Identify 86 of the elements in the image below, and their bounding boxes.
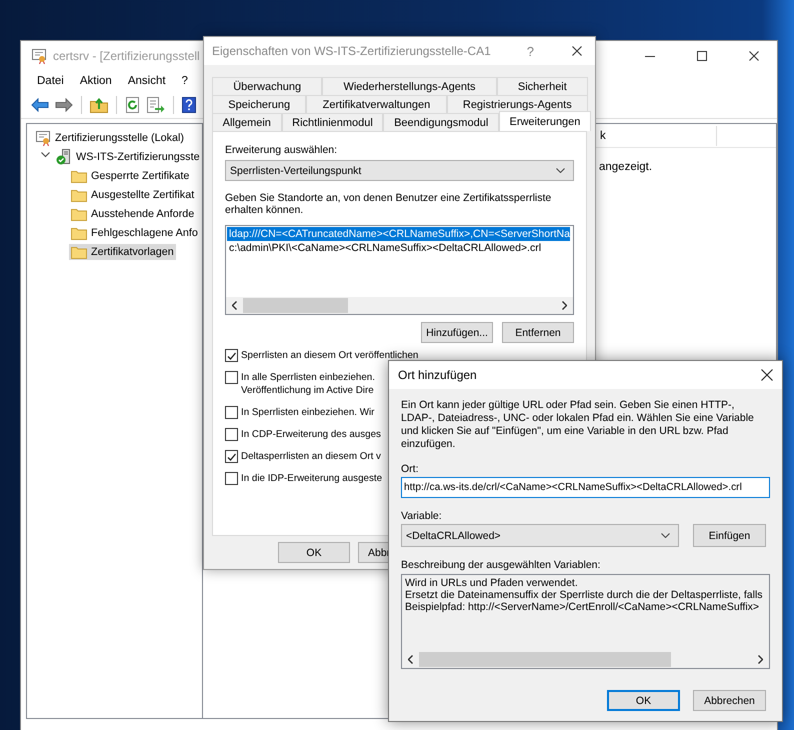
maximize-icon[interactable]: [697, 51, 707, 61]
forward-arrow-icon[interactable]: [55, 98, 73, 112]
tab[interactable]: Sicherheit: [496, 77, 588, 95]
instruction-text: Ein Ort kann jeder gültige URL oder Pfad sein. Geben Sie einen HTTP-, LDAP-, Dateiadress-, UNC- oder lokalen Pfad ein. Wählen Sie eine Variable und klicken Sie auf "Einfügen", um eine Variable in den URL bzw. Pfad einzufügen.: [401, 399, 755, 451]
chevron-down-icon: [661, 533, 670, 538]
chevron-left-icon[interactable]: [232, 301, 237, 310]
dropdown[interactable]: Sperrlisten-Verteilungspunkt: [225, 160, 574, 181]
help-icon[interactable]: [182, 96, 196, 112]
checkbox[interactable]: [225, 371, 238, 384]
description-text: Wird in URLs und Pfaden verwendet.: [405, 577, 579, 589]
menu-item[interactable]: Datei: [29, 75, 72, 87]
checkbox[interactable]: [225, 406, 238, 419]
menu-item[interactable]: ?: [174, 75, 196, 87]
folder-icon: [71, 188, 87, 202]
dropdown[interactable]: <DeltaCRLAllowed>: [401, 524, 679, 547]
chevron-left-icon[interactable]: [408, 655, 413, 664]
list-message: angezeigt.: [599, 161, 652, 173]
folder-icon: [71, 244, 87, 258]
folder-up-icon[interactable]: [90, 96, 108, 112]
close-icon[interactable]: [749, 51, 759, 61]
remove-button[interactable]: Entfernen: [502, 322, 574, 343]
checkbox[interactable]: [225, 349, 238, 362]
tree-item[interactable]: Ausstehende Anforde: [69, 206, 196, 222]
tree-item[interactable]: WS-ITS-Zertifizierungsste: [54, 148, 202, 166]
tree-item[interactable]: Zertifikatvorlagen: [69, 244, 176, 260]
ok-button[interactable]: OK: [278, 542, 350, 563]
help-button[interactable]: ?: [526, 44, 534, 58]
input-field[interactable]: http://ca.ws-its.de/crl/<CaName><CRLNameSuffix><DeltaCRLAllowed>.crl: [401, 477, 770, 498]
checkbox-label: In Sperrlisten einbeziehen. Wir: [241, 406, 374, 419]
tab[interactable]: Speicherung: [212, 95, 306, 113]
tab[interactable]: Registrierungs-Agents: [446, 95, 588, 113]
close-icon[interactable]: [572, 46, 582, 56]
server-check-icon: [56, 148, 72, 164]
list-item[interactable]: ldap:///CN=<CATruncatedName><CRLNameSuffix>,CN=<ServerShortNa: [227, 227, 570, 241]
tab[interactable]: Richtlinienmodul: [282, 113, 384, 131]
field-label: Beschreibung der ausgewählten Variablen:: [401, 559, 600, 571]
tree-item[interactable]: Fehlgeschlagene Anfo: [69, 224, 200, 240]
insert-button[interactable]: Einfügen: [693, 524, 766, 547]
back-arrow-icon[interactable]: [31, 98, 49, 112]
hint-text: Geben Sie Standorte an, von denen Benutzer eine Zertifikatssperrliste erhalten können.: [225, 192, 552, 216]
tree-item[interactable]: Zertifizierungsstelle (Lokal): [33, 128, 186, 146]
field-label: Erweiterung auswählen:: [225, 144, 338, 156]
chevron-down-icon: [556, 168, 565, 173]
tab[interactable]: Allgemein: [212, 113, 282, 131]
field-label: Variable:: [401, 510, 442, 522]
folder-icon: [71, 168, 87, 182]
field-label: Ort:: [401, 463, 418, 475]
close-icon[interactable]: [761, 369, 773, 381]
chevron-right-icon[interactable]: [758, 655, 763, 664]
tab[interactable]: Erweiterungen: [498, 111, 592, 131]
location-list[interactable]: ldap:///CN=<CATruncatedName><CRLNameSuffix>,CN=<ServerShortNa c:\admin\PKI\<CaName><CRLNameSuffix><DeltaCRLAllowed>.crl: [225, 225, 574, 315]
checkbox-label: In alle Sperrlisten einbeziehen. Veröffentlichung im Active Dire: [241, 371, 375, 397]
certificate-icon: [35, 130, 51, 146]
checkbox[interactable]: [225, 428, 238, 441]
folder-icon: [71, 206, 87, 220]
export-icon[interactable]: [147, 96, 165, 112]
checkbox-label: Sperrlisten an diesem Ort veröffentlichen: [241, 349, 418, 362]
checkbox[interactable]: [225, 472, 238, 485]
scrollbar-thumb[interactable]: [419, 652, 671, 667]
window-title: certsrv - [Zertifizierungsstell: [53, 49, 200, 63]
menu-item[interactable]: Aktion: [72, 75, 120, 87]
tab[interactable]: Beendigungsmodul: [383, 113, 499, 131]
checkbox-label: Deltasperrlisten an diesem Ort v: [241, 450, 381, 463]
tab[interactable]: Zertifikatverwaltungen: [306, 95, 447, 113]
menu-item[interactable]: Ansicht: [120, 75, 174, 87]
cancel-button[interactable]: Abbrechen: [693, 690, 766, 711]
tree-item[interactable]: Gesperrte Zertifikate: [69, 168, 192, 184]
add-button[interactable]: Hinzufügen...: [421, 322, 493, 343]
chevron-right-icon[interactable]: [562, 301, 567, 310]
window-title: Eigenschaften von WS-ITS-Zertifizierungsstelle-CA1: [212, 44, 492, 58]
description-text: Ersetzt die Dateinamensuffix der Sperrliste durch die der Deltasperrliste, falls: [405, 589, 764, 601]
checkbox[interactable]: [225, 450, 238, 463]
checkbox-label: In CDP-Erweiterung des ausges: [241, 428, 381, 441]
scrollbar-thumb[interactable]: [243, 298, 348, 313]
certificate-icon: [31, 48, 47, 64]
window-title: Ort hinzufügen: [398, 368, 477, 382]
description-text: Beispielpfad: http://<ServerName>/CertEnroll/<CaName><CRLNameSuffix>: [405, 601, 760, 613]
tab[interactable]: Überwachung: [212, 77, 322, 95]
folder-icon: [71, 226, 87, 240]
ok-button[interactable]: OK: [607, 690, 680, 711]
refresh-icon[interactable]: [125, 96, 141, 112]
checkbox-label: In die IDP-Erweiterung ausgeste: [241, 472, 382, 485]
list-item[interactable]: c:\admin\PKI\<CaName><CRLNameSuffix><DeltaCRLAllowed>.crl: [227, 241, 542, 255]
tree-item[interactable]: Ausgestellte Zertifikat: [69, 186, 196, 202]
column-header[interactable]: k: [600, 130, 606, 142]
tab[interactable]: Wiederherstellungs-Agents: [322, 77, 497, 95]
